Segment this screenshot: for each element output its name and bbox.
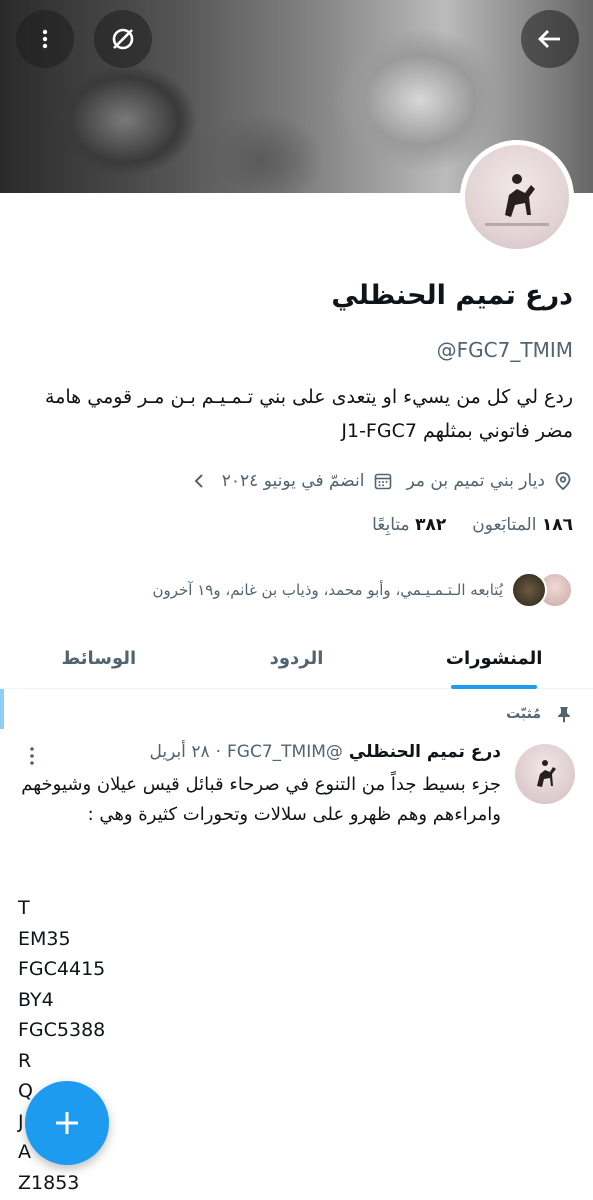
location-item: ديار بني تميم بن مر: [407, 471, 574, 491]
following-link[interactable]: ٣٨٢ متابِعًا: [372, 515, 446, 535]
tweet-date[interactable]: ٢٨ أبريل: [149, 742, 209, 762]
tweet-author-handle[interactable]: @FGC7_TMIM: [227, 742, 343, 762]
list-item: BY4: [18, 988, 54, 1011]
tweet-author-name[interactable]: درع تميم الحنظلي: [349, 742, 501, 762]
avatar-image: [465, 145, 569, 249]
followers-you-know[interactable]: يُتابعه الـتـمـيـمي، وأبو محمد، وذياب بن…: [13, 572, 573, 608]
following-label: متابِعًا: [372, 515, 410, 535]
tweet-header: درع تميم الحنظلي @FGC7_TMIM · ٢٨ أبريل: [149, 742, 501, 762]
plus-icon: [56, 1112, 78, 1134]
followers-label: المتابَعون: [472, 515, 537, 535]
pinned-header: مُثبّت: [506, 705, 573, 723]
tweet-avatar[interactable]: [515, 744, 575, 804]
profile-tabs: المنشورات الردود الوسائط: [0, 628, 593, 689]
list-item: Z1853: [18, 1171, 80, 1194]
joined-item: انضمّ في يونيو ٢٠٢٤: [222, 471, 393, 491]
followers-you-know-text: يُتابعه الـتـمـيـمي، وأبو محمد، وذياب بن…: [152, 581, 503, 599]
list-item: R: [18, 1049, 32, 1072]
mutual-avatars: [511, 572, 573, 608]
tab-media[interactable]: الوسائط: [0, 628, 198, 688]
grok-button[interactable]: [94, 10, 152, 68]
tweet-more-button[interactable]: [22, 744, 42, 772]
tweet-separator: ·: [215, 742, 221, 762]
joined-text: انضمّ في يونيو ٢٠٢٤: [221, 471, 365, 491]
tab-posts[interactable]: المنشورات: [395, 628, 593, 689]
followers-count: ١٨٦: [541, 515, 573, 535]
more-button[interactable]: [16, 10, 74, 68]
tab-replies[interactable]: الردود: [198, 628, 396, 688]
arrow-left-icon: [538, 30, 560, 48]
chevron-left-icon[interactable]: [190, 471, 208, 491]
pinned-indicator: [0, 689, 4, 729]
profile-meta: ديار بني تميم بن مر انضمّ في يونيو ٢٠٢٤: [13, 466, 573, 496]
location-text: ديار بني تميم بن مر: [406, 471, 546, 491]
profile-bio: ردع لي كل من يسيء او يتعدى على بني تـمـي…: [45, 386, 573, 442]
back-button[interactable]: [521, 10, 579, 68]
pinned-label: مُثبّت: [506, 706, 541, 722]
followers-link[interactable]: ١٨٦ المتابَعون: [472, 515, 573, 535]
list-item: T: [18, 897, 30, 919]
profile-avatar[interactable]: [460, 140, 574, 254]
list-item: FGC4415: [18, 958, 106, 980]
location-pin-icon: [555, 472, 571, 491]
profile-handle: @FGC7_TMIM: [436, 338, 573, 362]
compose-button[interactable]: [25, 1081, 109, 1165]
slash-circle-icon: [112, 28, 134, 50]
following-count: ٣٨٢: [415, 515, 447, 535]
profile-name: درع تميم الحنظلي: [331, 280, 573, 311]
more-vertical-icon: [30, 747, 34, 765]
calendar-icon: [374, 473, 391, 490]
tweet-text: جزء بسيط جداً من التنوع في صرحاء قبائل ق…: [21, 774, 501, 825]
more-vertical-icon: [42, 29, 48, 49]
list-item: EM35: [18, 927, 71, 950]
pin-icon: [558, 707, 570, 723]
list-item: FGC5388: [18, 1019, 106, 1041]
avatar: [511, 572, 547, 608]
follow-stats: ١٨٦ المتابَعون ٣٨٢ متابِعًا: [372, 515, 573, 535]
